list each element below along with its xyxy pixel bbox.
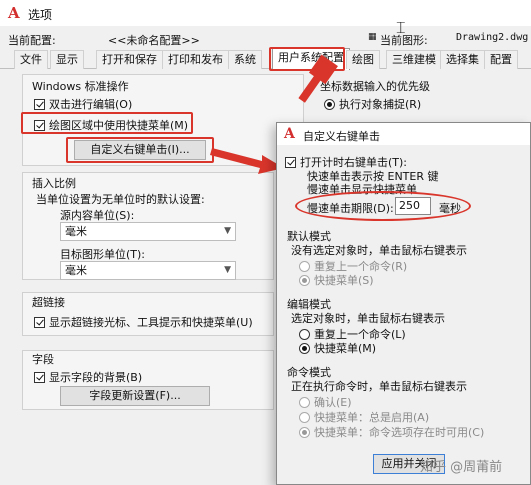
duration-highlight-ellipse: [295, 191, 471, 221]
radio-circle: [299, 412, 310, 423]
radio-circle: [299, 329, 310, 340]
cmd-shortcut-always-radio[interactable]: 快捷菜单：总是启用(A): [299, 409, 429, 425]
cmd-shortcut-options-radio[interactable]: 快捷菜单：命令选项存在时可用(C): [299, 424, 484, 440]
red-arrow-1: [298, 54, 338, 103]
checkbox-box: [285, 157, 296, 168]
dialog-title-bar: A 自定义右键单击: [277, 123, 530, 145]
default-mode-desc: 没有选定对象时，单击鼠标右键表示: [291, 244, 467, 257]
red-arrow-2: [210, 148, 284, 174]
dialog-title: 自定义右键单击: [303, 130, 380, 143]
edit-mode-desc: 选定对象时，单击鼠标右键表示: [291, 312, 445, 325]
cmd-mode-desc: 正在执行命令时，单击鼠标右键表示: [291, 380, 467, 393]
cmd-confirm-radio[interactable]: 确认(E): [299, 394, 352, 410]
radio-circle: [299, 275, 310, 286]
autocad-logo-icon: A: [284, 126, 295, 142]
default-shortcut-radio[interactable]: 快捷菜单(S): [299, 272, 374, 288]
radio-circle: [299, 343, 310, 354]
watermark: 知乎 @周莆前: [420, 460, 503, 475]
radio-circle: [299, 261, 310, 272]
edit-shortcut-radio[interactable]: 快捷菜单(M): [299, 340, 376, 356]
radio-circle: [299, 397, 310, 408]
custom-rightclick-dialog: A 自定义右键单击 打开计时右键单击(T): 快速单击表示按 ENTER 键 慢…: [276, 122, 531, 485]
radio-circle: [299, 427, 310, 438]
